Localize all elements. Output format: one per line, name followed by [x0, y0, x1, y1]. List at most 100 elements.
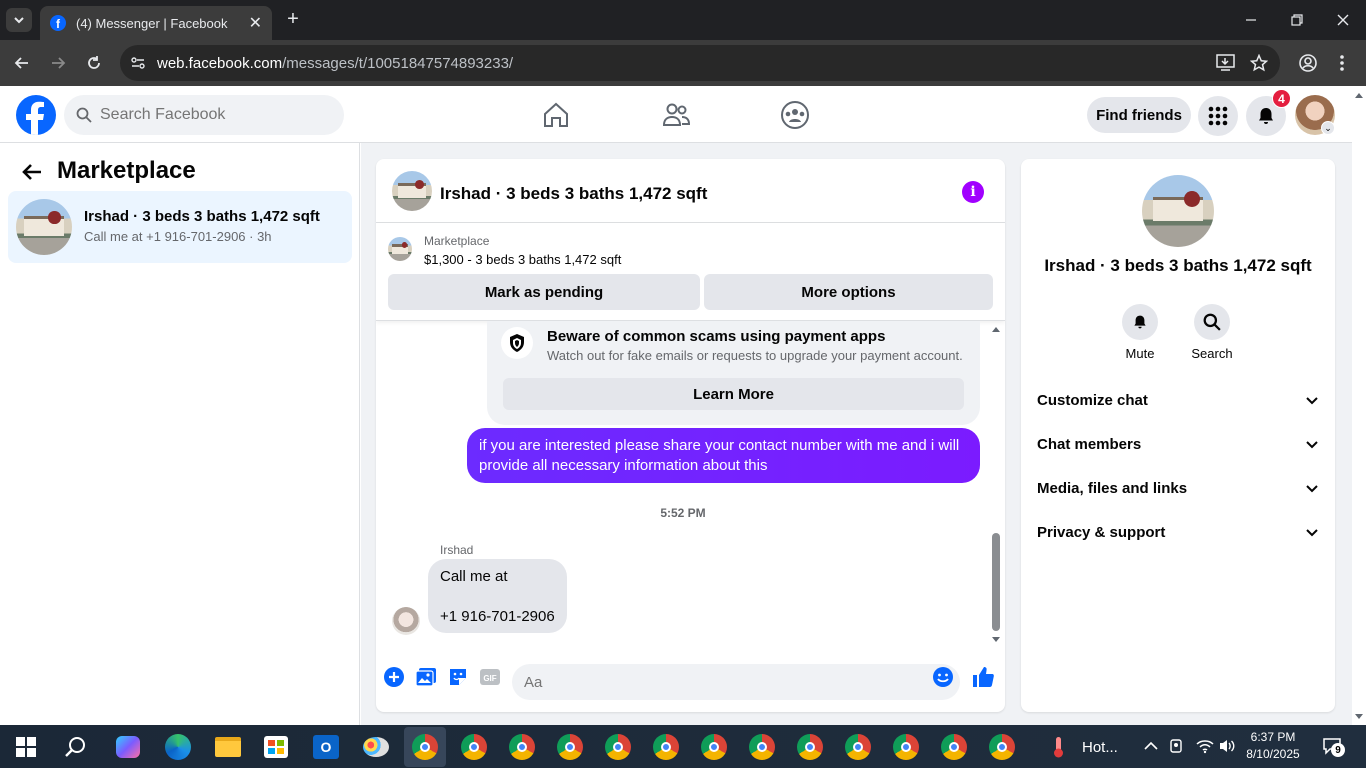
- forward-arrow-icon[interactable]: [48, 53, 68, 73]
- taskbar-chrome-12[interactable]: [938, 731, 970, 763]
- scrollbar-thumb[interactable]: [992, 533, 1000, 631]
- search-conversation-button[interactable]: Search: [1187, 304, 1237, 361]
- section-label: Privacy & support: [1037, 523, 1166, 541]
- conversation-item[interactable]: Irshad · 3 beds 3 baths 1,472 sqft Call …: [8, 191, 352, 263]
- minimize-button[interactable]: [1236, 6, 1266, 34]
- friends-icon[interactable]: [661, 100, 691, 130]
- reload-icon[interactable]: [84, 53, 104, 73]
- thumbs-up-icon[interactable]: [972, 666, 994, 688]
- find-friends-button[interactable]: Find friends: [1087, 97, 1191, 133]
- info-icon[interactable]: i: [962, 181, 984, 203]
- sender-avatar[interactable]: [392, 607, 420, 635]
- facebook-favicon-icon: f: [50, 15, 66, 31]
- outlook-button[interactable]: O: [310, 731, 342, 763]
- edge-icon: [165, 734, 191, 760]
- chrome-icon: [461, 734, 487, 760]
- message-input[interactable]: [524, 673, 914, 691]
- back-arrow-icon[interactable]: [12, 53, 32, 73]
- learn-more-button[interactable]: Learn More: [503, 378, 964, 410]
- browser-tab[interactable]: f (4) Messenger | Facebook ✕: [40, 6, 272, 40]
- mark-as-pending-button[interactable]: Mark as pending: [388, 274, 700, 310]
- taskbar-chrome-7[interactable]: [698, 731, 730, 763]
- taskbar-chrome-8[interactable]: [746, 731, 778, 763]
- mute-button[interactable]: Mute: [1115, 304, 1165, 361]
- browser-menu-icon[interactable]: [1336, 53, 1348, 73]
- taskbar-chrome-6[interactable]: [650, 731, 682, 763]
- chevron-down-icon: [14, 17, 24, 24]
- gif-icon[interactable]: GIF: [479, 666, 501, 688]
- message-scrollbar[interactable]: [989, 321, 1003, 652]
- menu-button[interactable]: [1198, 96, 1238, 136]
- taskbar-chrome-2[interactable]: [458, 731, 490, 763]
- groups-icon[interactable]: [780, 100, 810, 130]
- restore-button[interactable]: [1282, 6, 1312, 34]
- edge-button[interactable]: [162, 731, 194, 763]
- taskbar-chrome-active[interactable]: [409, 731, 441, 763]
- new-tab-button[interactable]: +: [282, 8, 304, 32]
- privacy-support-section[interactable]: Privacy & support: [1037, 518, 1319, 546]
- scroll-up-icon[interactable]: [992, 326, 1000, 332]
- site-info-icon[interactable]: [130, 55, 146, 71]
- clock[interactable]: 6:37 PM 8/10/2025: [1244, 729, 1302, 763]
- volume-icon[interactable]: [1218, 738, 1236, 754]
- meet-icon[interactable]: [1168, 738, 1184, 754]
- page-scrollbar[interactable]: [1352, 86, 1366, 725]
- chat-title[interactable]: Irshad · 3 beds 3 baths 1,472 sqft: [440, 184, 707, 204]
- home-icon[interactable]: [541, 100, 571, 130]
- bookmark-star-icon[interactable]: [1250, 54, 1268, 72]
- taskbar-chrome-3[interactable]: [506, 731, 538, 763]
- paint-button[interactable]: [360, 731, 392, 763]
- taskbar-chrome-9[interactable]: [794, 731, 826, 763]
- omnibox[interactable]: web.facebook.com/messages/t/100518475748…: [120, 45, 1280, 81]
- chevron-up-icon[interactable]: [1144, 741, 1158, 751]
- more-options-button[interactable]: More options: [704, 274, 993, 310]
- chevron-down-icon[interactable]: ⌄: [1321, 121, 1335, 135]
- taskbar-chrome-5[interactable]: [602, 731, 634, 763]
- install-app-icon[interactable]: [1216, 54, 1236, 72]
- svg-text:GIF: GIF: [483, 674, 496, 683]
- scroll-down-icon[interactable]: [1355, 714, 1363, 720]
- listing-thumbnail[interactable]: [388, 237, 412, 261]
- taskbar-search-button[interactable]: [60, 731, 92, 763]
- emoji-icon[interactable]: [932, 666, 954, 688]
- taskbar-chrome-11[interactable]: [890, 731, 922, 763]
- media-files-links-section[interactable]: Media, files and links: [1037, 474, 1319, 502]
- search-label: Search: [1191, 346, 1233, 361]
- start-button[interactable]: [10, 731, 42, 763]
- tab-title: (4) Messenger | Facebook: [76, 15, 228, 31]
- notification-center-button[interactable]: 9: [1322, 737, 1345, 757]
- facebook-logo-icon[interactable]: [16, 95, 56, 135]
- chat-members-section[interactable]: Chat members: [1037, 430, 1319, 458]
- sticker-icon[interactable]: [447, 666, 469, 688]
- outgoing-message[interactable]: if you are interested please share your …: [467, 428, 980, 483]
- taskbar-chrome-10[interactable]: [842, 731, 874, 763]
- close-tab-icon[interactable]: ✕: [249, 13, 262, 33]
- system-tray: Hot... 6:37 PM 8/10/2025 9: [1046, 725, 1366, 768]
- scroll-up-icon[interactable]: [1355, 92, 1363, 98]
- chat-avatar[interactable]: [392, 171, 432, 211]
- tab-search-button[interactable]: [6, 8, 32, 32]
- customize-chat-section[interactable]: Customize chat: [1037, 386, 1319, 414]
- plus-icon[interactable]: [383, 666, 405, 688]
- conversation-avatar[interactable]: [1142, 175, 1214, 247]
- close-window-button[interactable]: [1328, 6, 1358, 34]
- copilot-button[interactable]: [112, 731, 144, 763]
- back-arrow-icon[interactable]: [21, 161, 43, 183]
- taskbar-chrome-13[interactable]: [986, 731, 1018, 763]
- search-icon: [65, 737, 85, 757]
- file-explorer-button[interactable]: [212, 731, 244, 763]
- taskbar-chrome-4[interactable]: [554, 731, 586, 763]
- profile-icon[interactable]: [1298, 53, 1318, 73]
- search-input[interactable]: [100, 106, 320, 124]
- scroll-down-icon[interactable]: [992, 637, 1000, 643]
- message-input-box[interactable]: [512, 664, 960, 700]
- restore-icon: [1291, 14, 1303, 26]
- wifi-icon[interactable]: [1196, 738, 1214, 754]
- listing-price[interactable]: $1,300 - 3 beds 3 baths 1,472 sqft: [424, 252, 621, 267]
- weather-widget[interactable]: Hot...: [1046, 735, 1126, 759]
- incoming-message[interactable]: Call me at +1 916-701-2906: [428, 559, 567, 633]
- facebook-search[interactable]: [64, 95, 344, 135]
- photo-icon[interactable]: [415, 666, 437, 688]
- store-button[interactable]: [260, 731, 292, 763]
- chevron-down-icon: [1306, 441, 1318, 449]
